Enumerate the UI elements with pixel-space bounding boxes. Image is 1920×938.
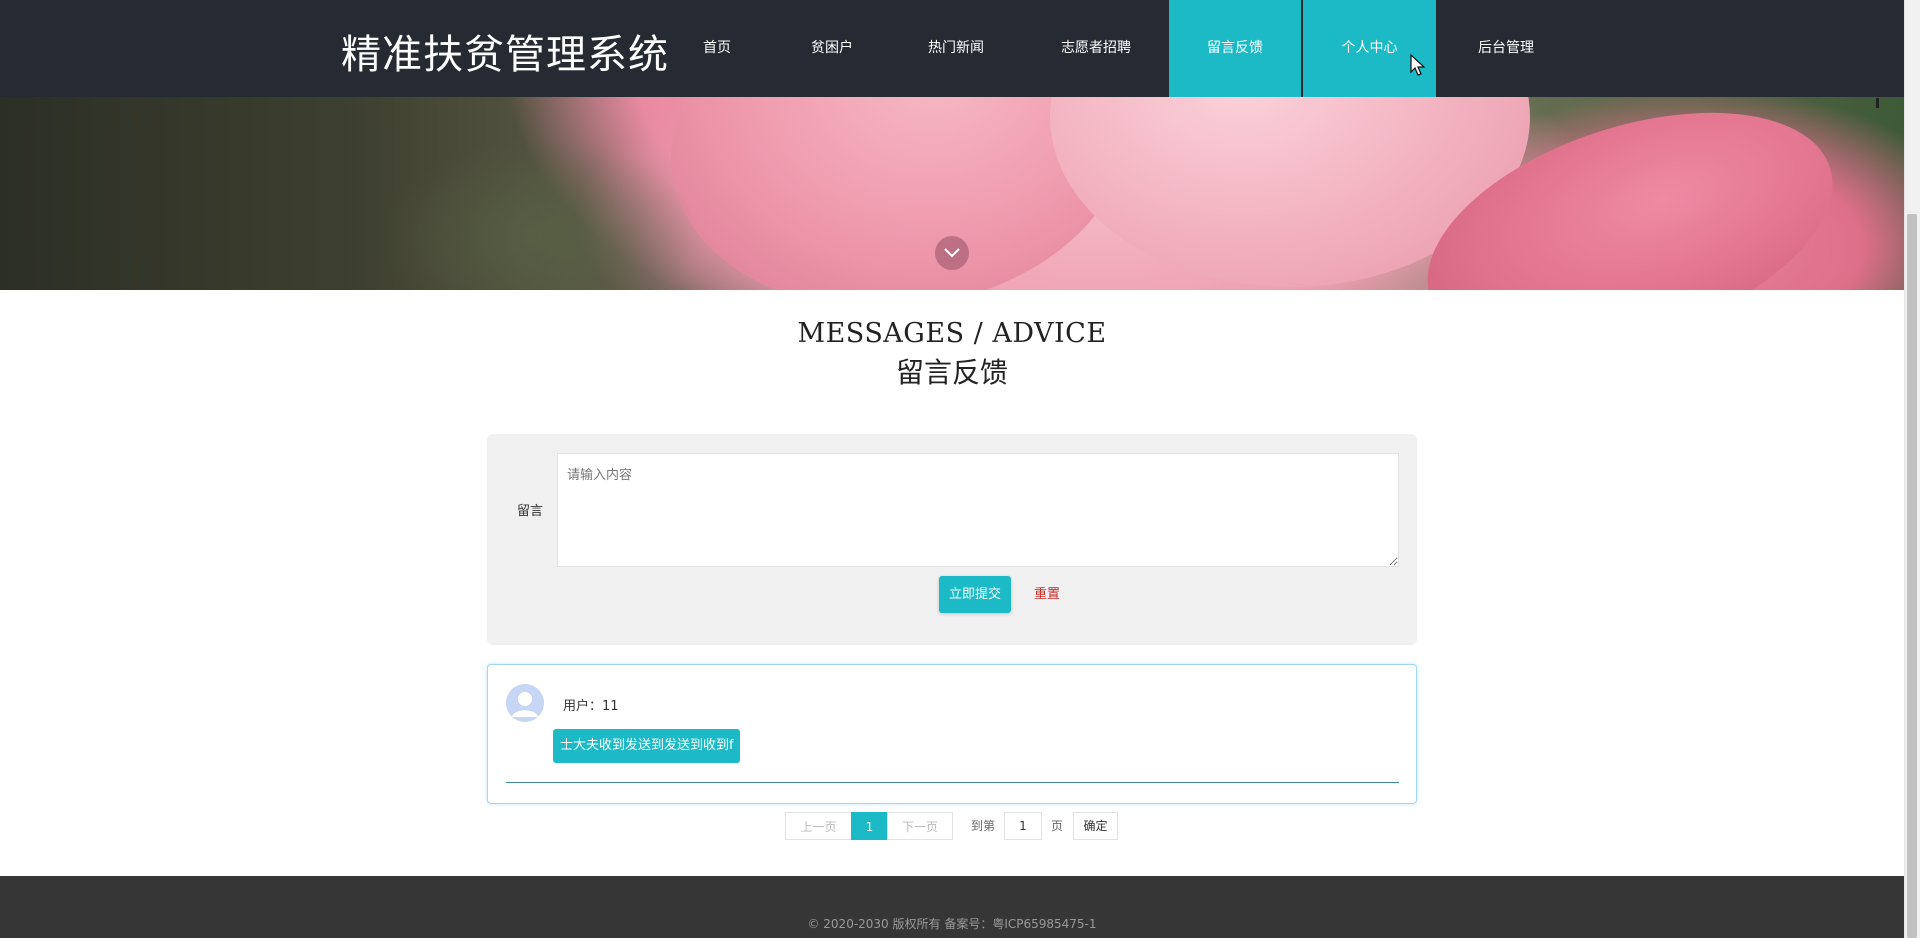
nav-item-personal-center[interactable]: 个人中心 (1303, 0, 1436, 97)
message-author: 用户：11 (563, 699, 619, 714)
site-title[interactable]: 精准扶贫管理系统 (341, 22, 669, 80)
scroll-down-button[interactable] (935, 236, 969, 270)
banner-mark (1876, 98, 1879, 108)
message-field-label: 留言 (517, 504, 544, 519)
goto-suffix-label: 页 (1051, 819, 1064, 833)
background-leaf (380, 137, 700, 290)
mouse-cursor-icon (1410, 54, 1426, 76)
message-textarea[interactable] (557, 453, 1399, 567)
section-title-cn: 留言反馈 (895, 356, 1008, 389)
goto-page-input[interactable] (1004, 812, 1042, 840)
scrollbar-thumb[interactable] (1907, 214, 1917, 938)
nav-item-feedback[interactable]: 留言反馈 (1169, 0, 1301, 97)
reset-button[interactable]: 重置 (1026, 576, 1068, 613)
footer-copyright: © 2020-2030 版权所有 备案号：粤ICP65985475-1 (807, 917, 1097, 931)
message-divider (506, 782, 1399, 783)
nav-item-home[interactable]: 首页 (681, 0, 753, 97)
message-content: 士大夫收到发送到发送到收到f (553, 729, 740, 763)
section-title-en: MESSAGES / ADVICE (797, 318, 1107, 349)
nav-item-poor-households[interactable]: 贫困户 (790, 0, 874, 97)
nav-item-news[interactable]: 热门新闻 (906, 0, 1006, 97)
user-avatar-icon (506, 684, 544, 722)
nav-item-volunteer[interactable]: 志愿者招聘 (1040, 0, 1152, 97)
submit-button[interactable]: 立即提交 (939, 576, 1011, 613)
current-page-button[interactable]: 1 (851, 812, 888, 840)
goto-prefix-label: 到第 (971, 819, 996, 833)
goto-confirm-button[interactable]: 确定 (1073, 812, 1118, 840)
prev-page-button[interactable]: 上一页 (785, 812, 852, 840)
next-page-button[interactable]: 下一页 (887, 812, 953, 840)
chevron-down-icon (944, 248, 960, 258)
nav-item-admin[interactable]: 后台管理 (1446, 0, 1566, 97)
